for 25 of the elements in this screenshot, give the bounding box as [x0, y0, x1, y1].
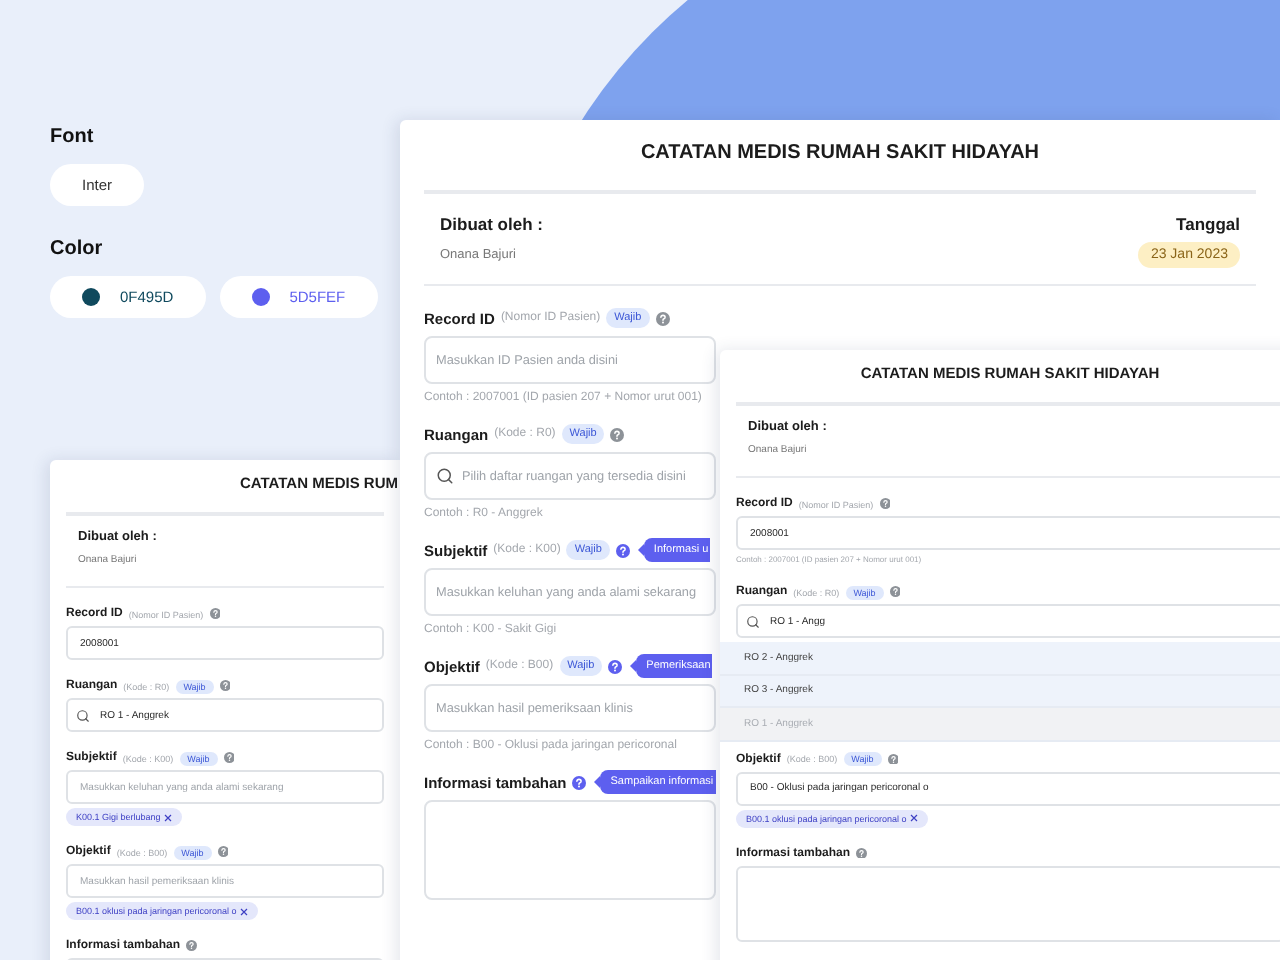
- creator-label: Dibuat oleh :: [440, 211, 543, 237]
- section-label: Color: [50, 238, 105, 260]
- help-icon[interactable]: [610, 427, 625, 441]
- help-icon[interactable]: [217, 846, 229, 858]
- help-icon[interactable]: [856, 847, 868, 859]
- help-icon[interactable]: [889, 586, 901, 598]
- date-label: Tanggal: [1176, 211, 1240, 237]
- search-icon: [76, 708, 90, 722]
- search-icon: [436, 467, 454, 485]
- help-icon[interactable]: [879, 498, 891, 510]
- help-icon[interactable]: [186, 940, 198, 952]
- help-icon[interactable]: [655, 311, 670, 325]
- help-icon[interactable]: [572, 775, 587, 789]
- search-icon: [746, 614, 760, 628]
- help-icon[interactable]: [887, 753, 899, 765]
- remove-icon[interactable]: [240, 907, 249, 915]
- help-icon[interactable]: [615, 543, 630, 557]
- section-label: Font: [50, 126, 96, 148]
- remove-icon[interactable]: [164, 813, 173, 821]
- remove-icon[interactable]: [910, 814, 919, 822]
- help-icon[interactable]: [219, 680, 231, 692]
- help-icon[interactable]: [223, 752, 235, 764]
- help-icon[interactable]: [209, 608, 221, 620]
- form-title: CATATAN MEDIS RUMAH SAKIT HIDAYAH: [638, 140, 1042, 168]
- help-icon[interactable]: [608, 659, 623, 673]
